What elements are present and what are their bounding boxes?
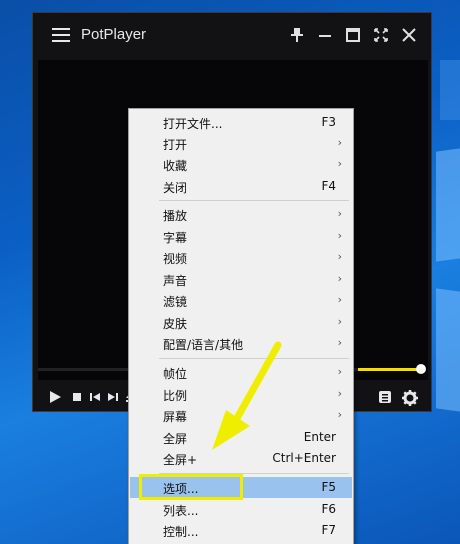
seek-fill [358,368,423,371]
menu-item-open-file[interactable]: 打开文件... F3 [130,112,352,133]
menu-item-close[interactable]: 关闭 F4 [130,176,352,197]
submenu-arrow-icon: › [337,336,342,349]
menu-item-video[interactable]: 视频 › [130,247,352,268]
menu-item-shortcut: F4 [321,179,336,193]
menu-separator [159,473,349,474]
menu-item-label: 全屏+ [163,453,198,467]
submenu-arrow-icon: › [337,293,342,306]
menu-item-label: 关闭 [163,181,188,195]
menu-item-label: 打开 [163,138,188,152]
menu-item-label: 声音 [163,274,188,288]
submenu-arrow-icon: › [337,315,342,328]
menu-item-fullscreen-plus[interactable]: 全屏+ Ctrl+Enter [130,448,352,469]
app-title: PotPlayer [81,26,147,43]
menu-item-skins[interactable]: 皮肤 › [130,312,352,333]
menu-item-aspect-ratio[interactable]: 比例 › [130,384,352,405]
menu-item-label: 帧位 [163,367,188,381]
menu-item-playlist[interactable]: 列表... F6 [130,499,352,520]
desktop-light-beam [436,288,460,412]
minimize-icon[interactable] [315,25,335,45]
menu-item-filters[interactable]: 滤镜 › [130,290,352,311]
menu-item-label: 选项... [163,482,199,496]
menu-item-label: 播放 [163,209,188,223]
menu-item-control[interactable]: 控制... F7 [130,520,352,541]
maximize-icon[interactable] [343,25,363,45]
play-icon[interactable] [47,389,63,405]
menu-item-shortcut: F5 [321,480,336,494]
submenu-arrow-icon: › [337,229,342,242]
context-menu: 打开文件... F3 打开 › 收藏 › 关闭 F4 播放 › 字幕 › 视频 › 声音 › 滤… [128,108,354,544]
menu-item-shortcut: Ctrl+Enter [272,451,336,465]
submenu-arrow-icon: › [337,272,342,285]
menu-item-shortcut: F7 [321,523,336,537]
next-icon[interactable] [105,389,121,405]
title-bar[interactable]: PotPlayer [33,13,431,58]
menu-item-favorites[interactable]: 收藏 › [130,154,352,175]
menu-item-fullscreen[interactable]: 全屏 Enter [130,427,352,448]
menu-item-subtitles[interactable]: 字幕 › [130,226,352,247]
gear-icon[interactable] [401,389,419,407]
close-icon[interactable] [399,25,419,45]
stop-icon[interactable] [69,389,85,405]
submenu-arrow-icon: › [337,408,342,421]
desktop-light-beam [440,60,460,120]
menu-item-label: 字幕 [163,231,188,245]
submenu-arrow-icon: › [337,136,342,149]
previous-icon[interactable] [87,389,103,405]
submenu-arrow-icon: › [337,207,342,220]
menu-item-label: 收藏 [163,159,188,173]
menu-item-playback[interactable]: 播放 › [130,204,352,225]
menu-item-label: 配置/语言/其他 [163,338,244,352]
menu-item-shortcut: F6 [321,502,336,516]
submenu-arrow-icon: › [337,365,342,378]
fullscreen-icon[interactable] [371,25,391,45]
menu-item-label: 皮肤 [163,317,188,331]
menu-item-open[interactable]: 打开 › [130,133,352,154]
menu-item-audio[interactable]: 声音 › [130,269,352,290]
menu-item-label: 滤镜 [163,295,188,309]
menu-separator [159,200,349,201]
menu-item-label: 视频 [163,252,188,266]
seek-handle[interactable] [416,364,426,374]
desktop-light-beam [436,148,460,262]
menu-item-label: 全屏 [163,432,188,446]
menu-item-frame-position[interactable]: 帧位 › [130,362,352,383]
menu-item-label: 屏幕 [163,410,188,424]
pin-icon[interactable] [287,25,307,45]
menu-item-shortcut: Enter [303,430,336,444]
menu-item-label: 打开文件... [163,117,223,131]
playlist-icon[interactable] [377,389,393,405]
hamburger-icon[interactable] [52,27,70,43]
menu-item-label: 控制... [163,525,199,539]
submenu-arrow-icon: › [337,157,342,170]
menu-separator [159,358,349,359]
submenu-arrow-icon: › [337,387,342,400]
menu-item-config-language-other[interactable]: 配置/语言/其他 › [130,333,352,354]
menu-item-shortcut: F3 [321,115,336,129]
menu-item-options[interactable]: 选项... F5 [130,477,352,498]
menu-item-label: 比例 [163,389,188,403]
menu-item-label: 列表... [163,504,199,518]
menu-item-screen[interactable]: 屏幕 › [130,405,352,426]
submenu-arrow-icon: › [337,250,342,263]
